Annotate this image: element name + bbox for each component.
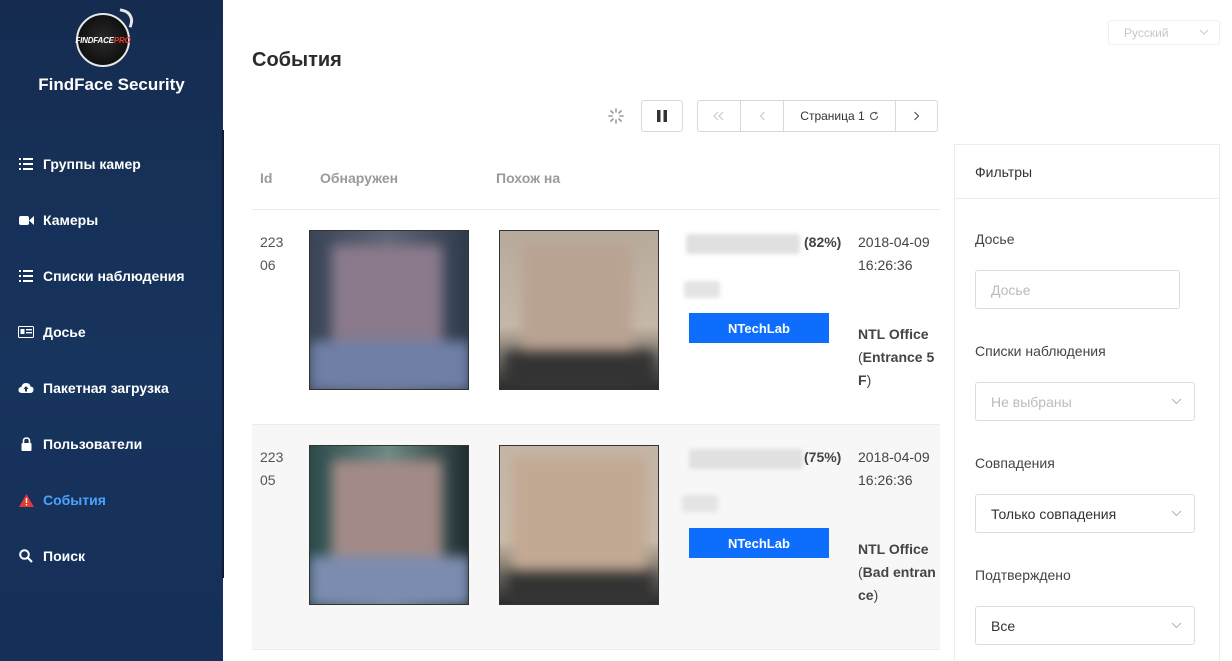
double-chevron-left-icon: [713, 111, 724, 121]
list-icon: [18, 268, 34, 284]
page-title: События: [252, 49, 342, 71]
cloud-upload-icon: [18, 380, 34, 396]
column-similar: Похож на: [496, 170, 561, 186]
match-percent: (75%): [804, 449, 842, 465]
lock-icon: [18, 436, 34, 452]
watchlists-filter-select[interactable]: Не выбраны: [975, 382, 1195, 421]
chevron-down-icon: [1199, 29, 1209, 35]
language-value: Русский: [1124, 25, 1169, 40]
column-id: Id: [260, 170, 273, 186]
refresh-icon: [869, 111, 878, 121]
page-label: Страница 1: [800, 109, 865, 123]
dossier-filter-input[interactable]: Досье: [975, 270, 1180, 309]
dossier-sub-blurred: [682, 495, 718, 512]
pause-icon: [657, 110, 667, 122]
brand-title: FindFace Security: [38, 75, 185, 94]
events-table-header: Id Обнаружен Похож на: [252, 146, 940, 210]
table-row[interactable]: 22305 (75%) NTechLab 2018-04-09 16:26:36…: [252, 425, 940, 650]
event-date: 2018-04-09: [858, 234, 930, 250]
sidebar-item-search[interactable]: Поиск: [0, 528, 223, 584]
dossier-placeholder: Досье: [991, 281, 1031, 298]
confirmed-filter-select[interactable]: Все: [975, 606, 1195, 645]
camera-name: Bad entrance: [858, 564, 936, 603]
matches-value: Только совпадения: [991, 505, 1117, 522]
chevron-down-icon: [1171, 398, 1182, 405]
filters-panel: Фильтры Досье Досье Списки наблюдения Не…: [954, 144, 1220, 661]
matched-face-photo[interactable]: [499, 445, 659, 605]
prev-page-button[interactable]: [741, 101, 784, 131]
matched-face-photo[interactable]: [499, 230, 659, 390]
confirmed-value: Все: [991, 617, 1016, 634]
match-percent: (82%): [804, 234, 842, 250]
matches-filter-select[interactable]: Только совпадения: [975, 494, 1195, 533]
sidebar-item-label: Пакетная загрузка: [43, 380, 169, 396]
camera-name: Entrance 5F: [858, 349, 935, 388]
search-icon: [18, 548, 34, 564]
event-id: 22306: [260, 234, 284, 273]
first-page-button[interactable]: [698, 101, 741, 131]
sidebar-divider: [222, 130, 224, 578]
detected-face-photo[interactable]: [309, 445, 469, 605]
sidebar-item-camera-groups[interactable]: Группы камер: [0, 136, 223, 192]
chevron-right-icon: [914, 111, 920, 121]
logo-text: FINDFACEPRO: [75, 35, 131, 45]
table-row[interactable]: 22306 (82%) NTechLab 2018-04-09 16:26:36…: [252, 210, 940, 425]
pause-button[interactable]: [641, 100, 683, 132]
page-indicator: Страница 1: [784, 101, 896, 131]
confirmed-filter-label: Подтверждено: [975, 567, 1071, 583]
camera-group: NTL Office: [858, 541, 929, 557]
event-datetime: 2018-04-09 16:26:36: [858, 231, 936, 277]
sidebar-item-label: Списки наблюдения: [43, 268, 185, 284]
findface-logo[interactable]: FINDFACEPRO: [75, 8, 136, 67]
matches-filter-label: Совпадения: [975, 455, 1055, 471]
sidebar-item-dossier[interactable]: Досье: [0, 304, 223, 360]
sidebar-item-label: Поиск: [43, 548, 86, 564]
dossier-name-blurred: [689, 449, 803, 469]
dossier-name-blurred: [686, 234, 800, 254]
filters-title: Фильтры: [955, 145, 1219, 199]
event-id: 22305: [260, 449, 284, 488]
chevron-down-icon: [1171, 510, 1182, 517]
event-time: 16:26:36: [858, 257, 913, 273]
loading-spinner-icon: [608, 108, 624, 124]
sidebar-item-label: Камеры: [43, 212, 99, 228]
next-page-button[interactable]: [896, 101, 937, 131]
event-date: 2018-04-09: [858, 449, 930, 465]
logo-swoosh: [116, 8, 136, 28]
chevron-left-icon: [759, 111, 765, 121]
video-camera-icon: [18, 212, 34, 228]
warning-icon: [18, 492, 34, 508]
pagination: Страница 1: [697, 100, 938, 132]
watchlists-filter-label: Списки наблюдения: [975, 343, 1106, 359]
column-detected: Обнаружен: [320, 170, 399, 186]
sidebar-item-label: Досье: [43, 324, 86, 340]
sidebar-item-watchlists[interactable]: Списки наблюдения: [0, 248, 223, 304]
sidebar-item-label: Группы камер: [43, 156, 141, 172]
chevron-down-icon: [1171, 622, 1182, 629]
event-camera[interactable]: NTL Office (Bad entrance): [858, 538, 936, 607]
detected-face-photo[interactable]: [309, 230, 469, 390]
sidebar-item-label: Пользователи: [43, 436, 143, 452]
sidebar-item-batch-upload[interactable]: Пакетная загрузка: [0, 360, 223, 416]
watchlist-tag[interactable]: NTechLab: [689, 313, 829, 343]
camera-group: NTL Office: [858, 326, 929, 342]
language-select[interactable]: Русский: [1108, 20, 1220, 45]
sidebar-item-label: События: [43, 492, 106, 508]
sidebar-item-cameras[interactable]: Камеры: [0, 192, 223, 248]
dossier-filter-label: Досье: [975, 231, 1015, 247]
sidebar-item-users[interactable]: Пользователи: [0, 416, 223, 472]
event-camera[interactable]: NTL Office (Entrance 5F): [858, 323, 936, 392]
event-datetime: 2018-04-09 16:26:36: [858, 446, 936, 492]
event-time: 16:26:36: [858, 472, 913, 488]
dossier-sub-blurred: [684, 281, 720, 298]
watchlist-tag[interactable]: NTechLab: [689, 528, 829, 558]
watchlists-value: Не выбраны: [991, 393, 1072, 410]
list-icon: [18, 156, 34, 172]
sidebar-item-events[interactable]: События: [0, 472, 223, 528]
sidebar: FINDFACEPRO FindFace Security Группы кам…: [0, 0, 223, 661]
sidebar-nav: Группы камер Камеры Списки наблюдения До…: [0, 136, 223, 584]
id-card-icon: [18, 324, 34, 340]
